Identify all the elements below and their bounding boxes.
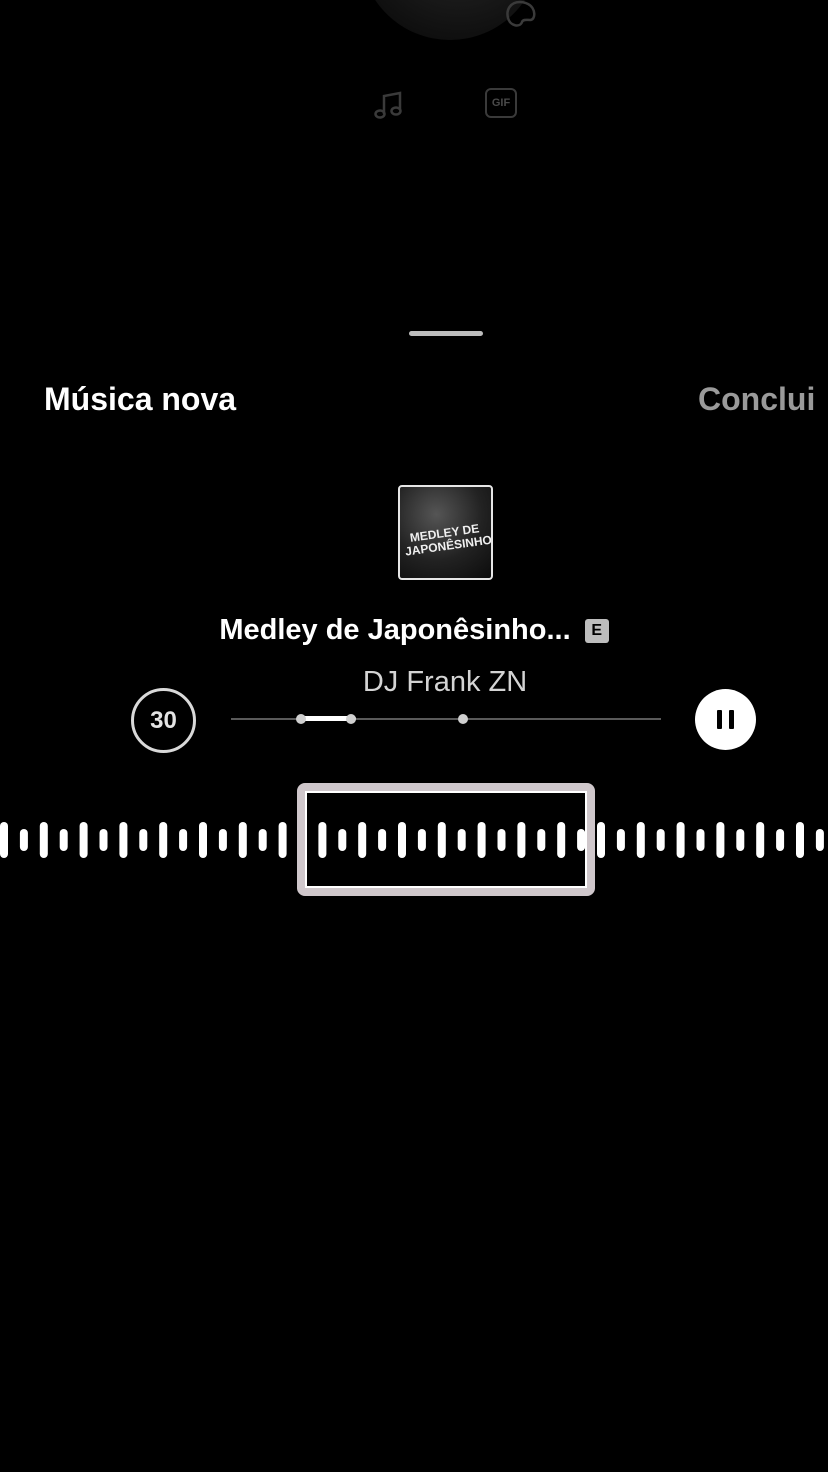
waveform-bar [776, 829, 785, 851]
waveform-bar [199, 822, 207, 858]
waveform-bar [597, 822, 605, 858]
sheet-title: Música nova [44, 381, 237, 417]
segment-end-marker [346, 714, 356, 724]
waveform-bar [258, 829, 267, 851]
segment-start-marker [296, 714, 306, 724]
waveform-bar [218, 829, 227, 851]
album-art-text: Medley de Japonêsinho [404, 521, 493, 559]
waveform-bar [0, 822, 8, 858]
waveform-bar [99, 829, 108, 851]
track-title-row: Medley de Japonêsinho... E [0, 614, 828, 647]
track-title: Medley de Japonêsinho... [219, 614, 571, 646]
waveform-bar [278, 822, 287, 858]
waveform-bar [696, 829, 705, 851]
waveform-bar [815, 829, 824, 851]
waveform-bar [676, 822, 685, 858]
waveform-bar [159, 822, 168, 858]
gif-icon[interactable]: GIF [485, 88, 517, 118]
waveform-bar [39, 822, 48, 858]
music-note-icon[interactable] [372, 88, 406, 122]
waveform-bar [139, 829, 148, 851]
album-art: Medley de Japonêsinho [398, 485, 493, 580]
waveform-bar [616, 829, 625, 851]
waveform-bar [636, 822, 645, 858]
waveform-bar [179, 829, 188, 851]
pause-icon [717, 710, 734, 729]
palette-icon[interactable] [500, 0, 540, 32]
waveform-bar [79, 822, 88, 858]
waveform-bar [796, 822, 804, 858]
waveform-bar [238, 822, 247, 858]
clip-duration-button[interactable]: 30 [131, 688, 196, 753]
song-position-marker [458, 714, 468, 724]
waveform-bar [119, 822, 128, 858]
clip-selection-frame[interactable] [297, 783, 595, 896]
sheet-drag-handle[interactable] [409, 331, 483, 336]
done-button[interactable]: Conclui [698, 381, 815, 418]
waveform-bar [736, 829, 745, 851]
pause-button[interactable] [695, 689, 756, 750]
waveform-bar [59, 829, 68, 851]
explicit-badge: E [584, 618, 609, 643]
waveform-bar [756, 822, 765, 858]
waveform-bar [716, 822, 725, 858]
waveform-bar [19, 829, 28, 851]
waveform-bar [656, 829, 665, 851]
